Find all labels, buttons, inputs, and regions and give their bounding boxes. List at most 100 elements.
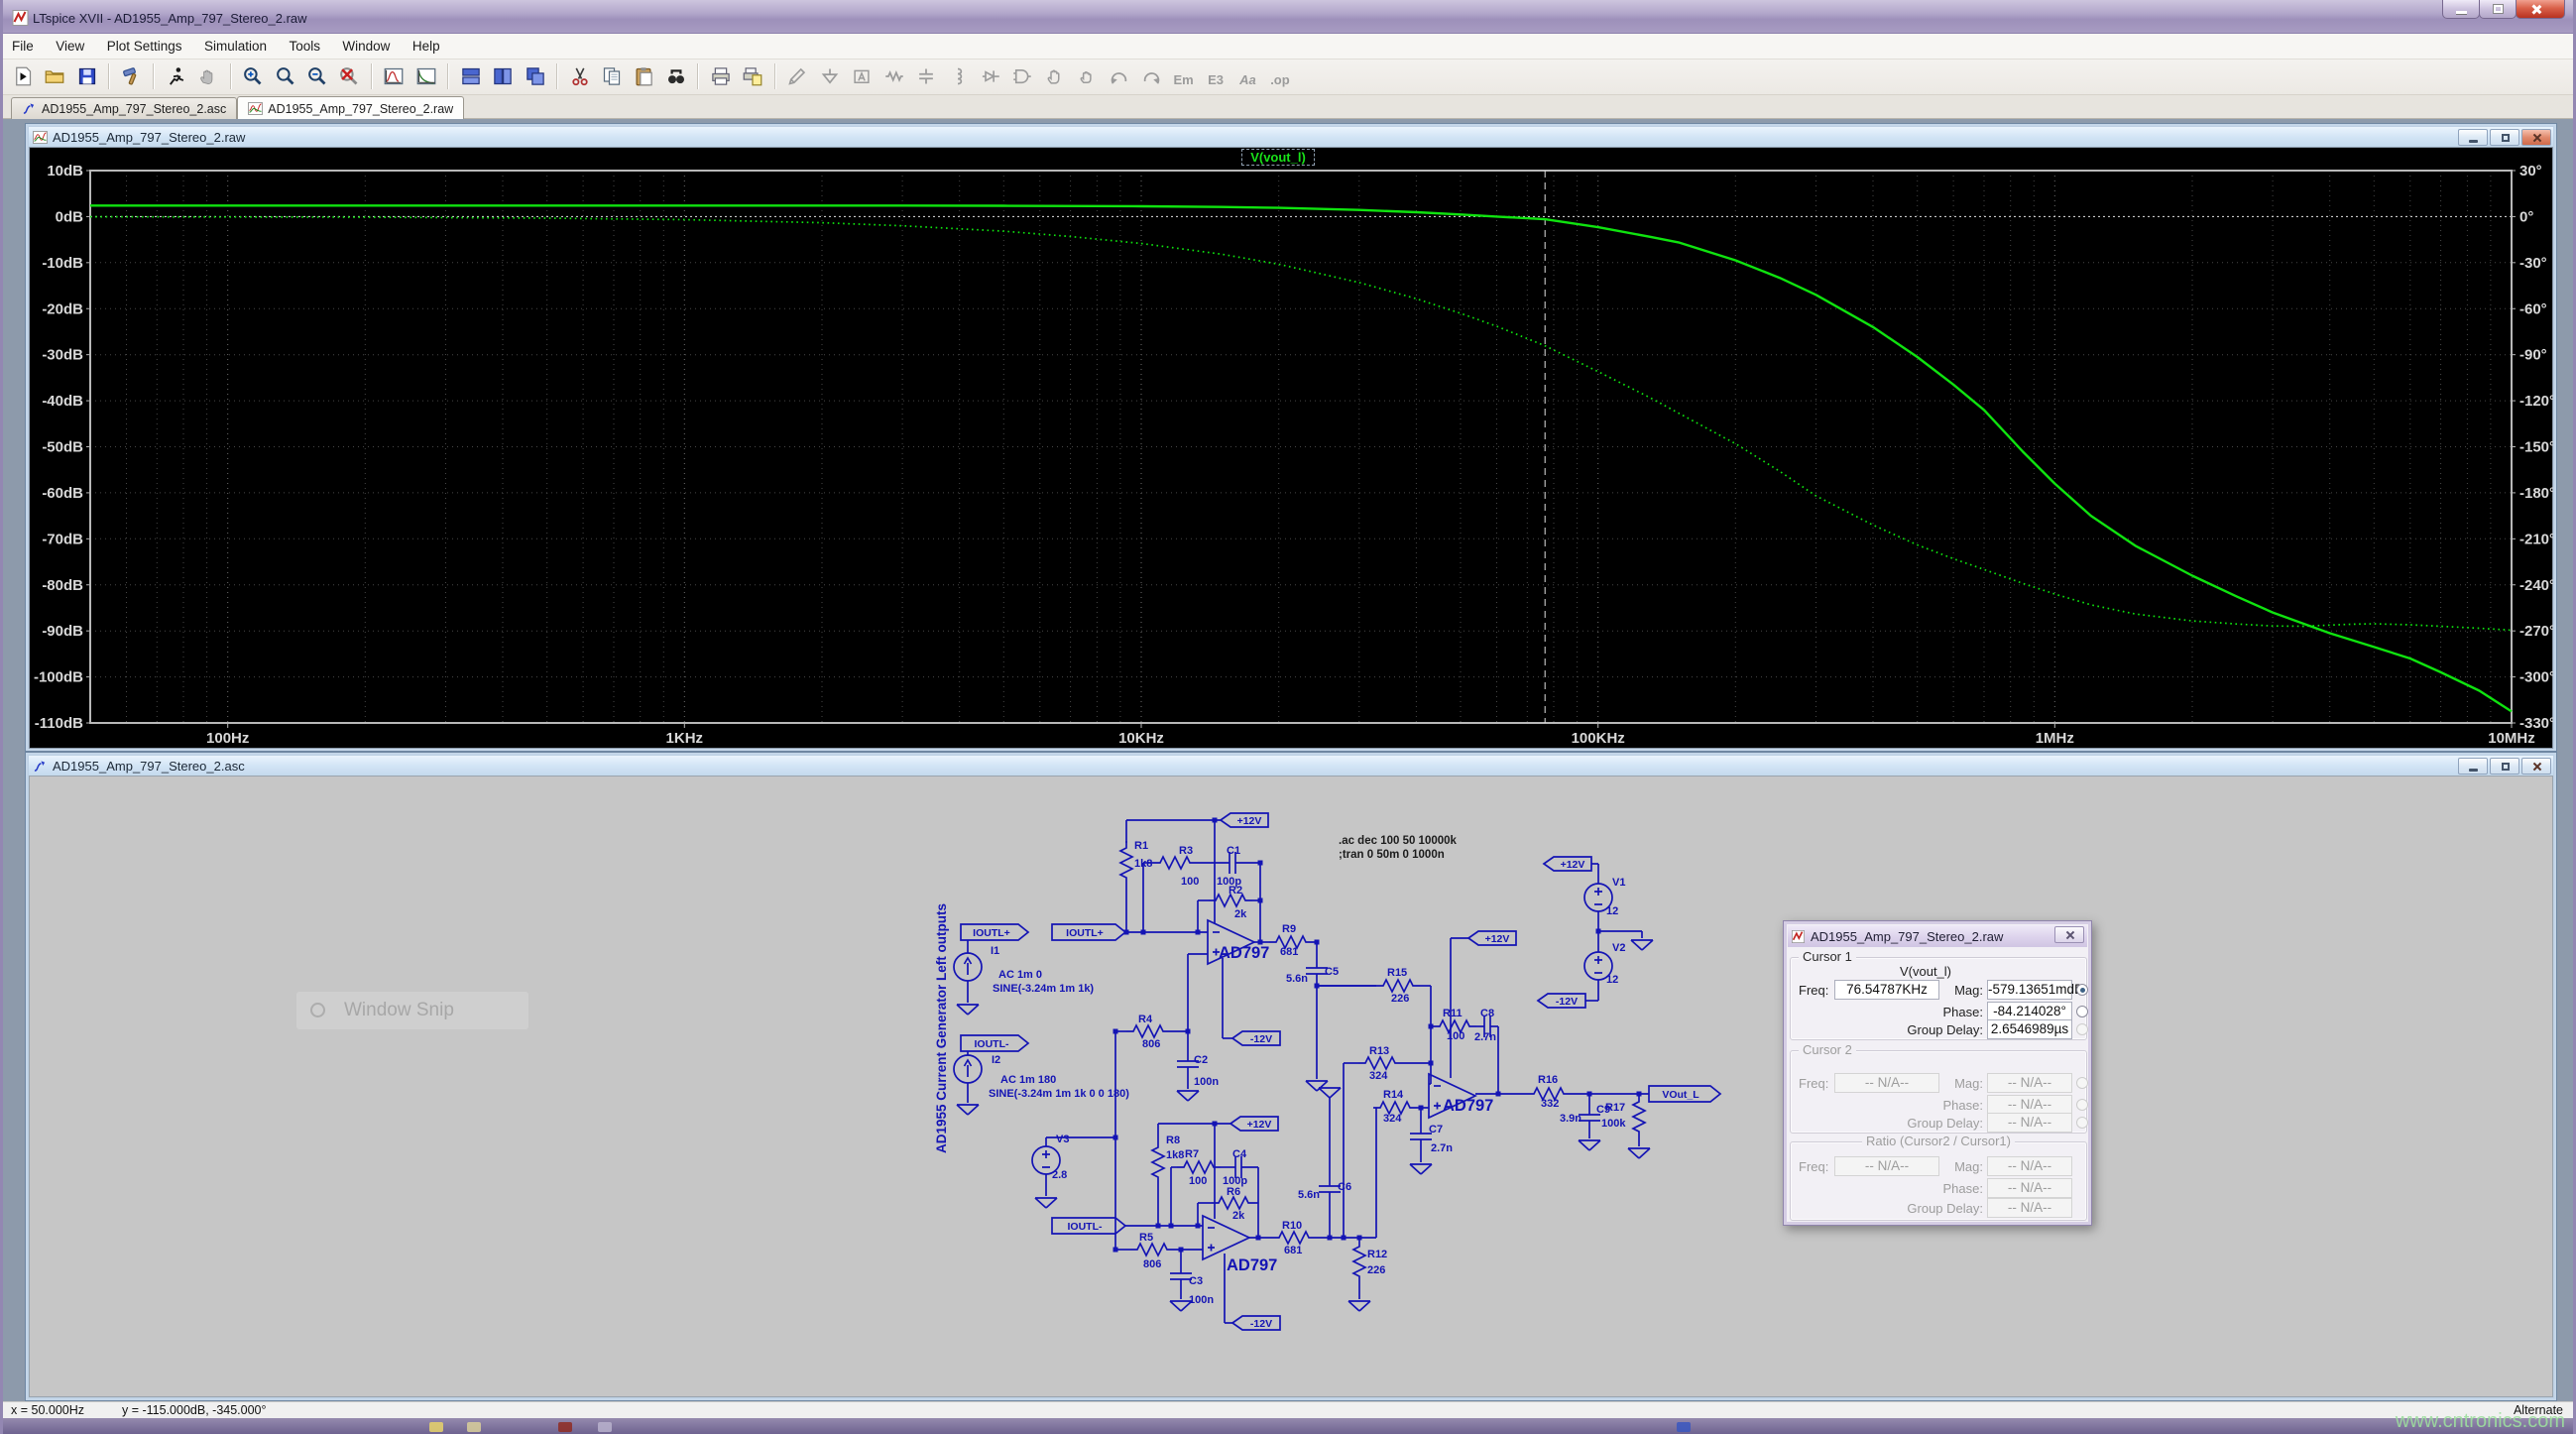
place-component-button[interactable] [1008,62,1036,90]
run-button[interactable] [163,62,190,90]
place-capacitor-button[interactable] [912,62,940,90]
windows-taskbar[interactable] [3,1418,2573,1434]
logic-gate-icon [1013,68,1032,84]
open-button[interactable] [41,62,68,90]
cursor1-phase-radio[interactable] [2076,1006,2088,1017]
cascade-button[interactable] [522,62,549,90]
schematic-close-button[interactable] [2521,758,2551,775]
control-panel-button[interactable] [118,62,146,90]
minimize-button[interactable] [2442,0,2480,19]
schematic-canvas[interactable] [29,776,2553,1397]
halt-button[interactable] [194,62,222,90]
copy-button[interactable] [598,62,626,90]
new-schematic-button[interactable] [9,62,37,90]
zoom-out-button[interactable] [303,62,331,90]
restore-button[interactable] [2479,0,2517,19]
cursor1-freq-value[interactable]: 76.54787KHz [1834,980,1939,1000]
paste-button[interactable] [630,62,657,90]
tile-horizontal-button[interactable] [489,62,517,90]
taskbar-icon[interactable] [558,1422,572,1432]
place-inductor-button[interactable] [944,62,972,90]
place-resistor-button[interactable] [880,62,908,90]
ratio-mag-label: Mag: [1954,1159,1983,1174]
zoom-in-button[interactable] [239,62,267,90]
mirror-icon: Em [1173,71,1194,87]
place-diode-button[interactable] [977,62,1004,90]
ratio-group-label: Ratio (Cursor2 / Cursor1) [1862,1134,2015,1148]
autorange-button[interactable] [380,62,408,90]
cut-button[interactable] [566,62,594,90]
plot-restore-button[interactable] [2490,129,2519,146]
cursor2-mag-radio[interactable] [2076,1077,2088,1089]
schematic-window-titlebar[interactable]: AD1955_Amp_797_Stereo_2.asc [29,756,2553,777]
cursor1-freq-label: Freq: [1799,983,1829,998]
tab-waveform[interactable]: AD1955_Amp_797_Stereo_2.raw [237,96,465,120]
trace-legend[interactable]: V(vout_l) [1241,149,1315,166]
cursor1-gd-value[interactable]: 2.6546989µs [1987,1019,2072,1039]
zoom-area-button[interactable] [272,62,299,90]
cursor1-gd-radio[interactable] [2076,1023,2088,1035]
taskbar-icon[interactable] [1677,1422,1691,1432]
find-button[interactable] [662,62,690,90]
plot-minimize-button[interactable] [2458,129,2488,146]
menu-help[interactable]: Help [404,34,449,54]
move-button[interactable] [1041,62,1069,90]
cursor1-phase-value[interactable]: -84.214028° [1987,1002,2072,1021]
cursor2-gd-value: -- N/A-- [1987,1113,2072,1133]
cursor1-group-label: Cursor 1 [1799,949,1856,964]
drag-button[interactable] [1073,62,1101,90]
redo-button[interactable] [1137,62,1165,90]
place-text-button[interactable]: Aa [1233,62,1261,90]
cursor2-phase-radio[interactable] [2076,1099,2088,1111]
place-label-button[interactable] [848,62,876,90]
menu-file[interactable]: File [3,34,43,54]
ltspice-logo-icon [12,10,29,26]
plot-close-button[interactable] [2521,129,2551,146]
save-button[interactable] [73,62,101,90]
place-ground-button[interactable] [816,62,844,90]
cursor-dialog-titlebar[interactable]: AD1955_Amp_797_Stereo_2.raw [1788,925,2087,947]
plot-window-titlebar[interactable]: AD1955_Amp_797_Stereo_2.raw [29,127,2553,148]
copy-icon [603,67,621,85]
mirror-button[interactable]: Em [1170,62,1198,90]
plot-area[interactable] [29,147,2553,749]
cursor1-mag-value[interactable]: -579.13651mdB [1987,980,2083,1000]
cursor-dialog-close-button[interactable] [2054,926,2084,943]
bode-plot-button[interactable] [412,62,440,90]
close-button[interactable] [2516,0,2565,19]
schematic-restore-button[interactable] [2490,758,2519,775]
taskbar-icon[interactable] [598,1422,612,1432]
cursor2-group: Cursor 2 Freq: -- N/A-- Mag: -- N/A-- Ph… [1790,1042,2088,1134]
zoom-in-icon [244,67,262,85]
status-y-coordinate: y = -115.000dB, -345.000° [122,1403,267,1417]
print-preview-button[interactable] [739,62,766,90]
taskbar-icon[interactable] [429,1422,443,1432]
draw-wire-button[interactable] [783,62,811,90]
tab-schematic[interactable]: AD1955_Amp_797_Stereo_2.asc [11,96,238,120]
spice-directive-button[interactable]: .op [1266,62,1294,90]
rotate-button[interactable]: E3 [1202,62,1229,90]
open-folder-icon [46,70,64,83]
print-button[interactable] [707,62,735,90]
schematic-minimize-button[interactable] [2458,758,2488,775]
tile-vertical-button[interactable] [457,62,485,90]
cursor1-gd-label: Group Delay: [1907,1022,1983,1037]
menu-plot-settings[interactable]: Plot Settings [98,34,191,54]
paste-icon [636,67,653,86]
resistor-icon [884,69,903,83]
menu-view[interactable]: View [47,34,93,54]
menu-tools[interactable]: Tools [280,34,329,54]
zoom-out-icon [308,67,326,85]
menu-window[interactable]: Window [333,34,399,54]
ratio-freq-value: -- N/A-- [1834,1156,1939,1176]
cursor2-gd-radio[interactable] [2076,1117,2088,1129]
menu-simulation[interactable]: Simulation [195,34,276,54]
zoom-full-button[interactable] [335,62,363,90]
binoculars-icon [667,69,684,84]
print-preview-icon [743,67,762,86]
cursor1-mag-radio[interactable] [2076,984,2088,996]
save-floppy-icon [78,67,96,85]
cursor2-mag-label: Mag: [1954,1076,1983,1091]
taskbar-icon[interactable] [467,1422,481,1432]
undo-button[interactable] [1106,62,1133,90]
